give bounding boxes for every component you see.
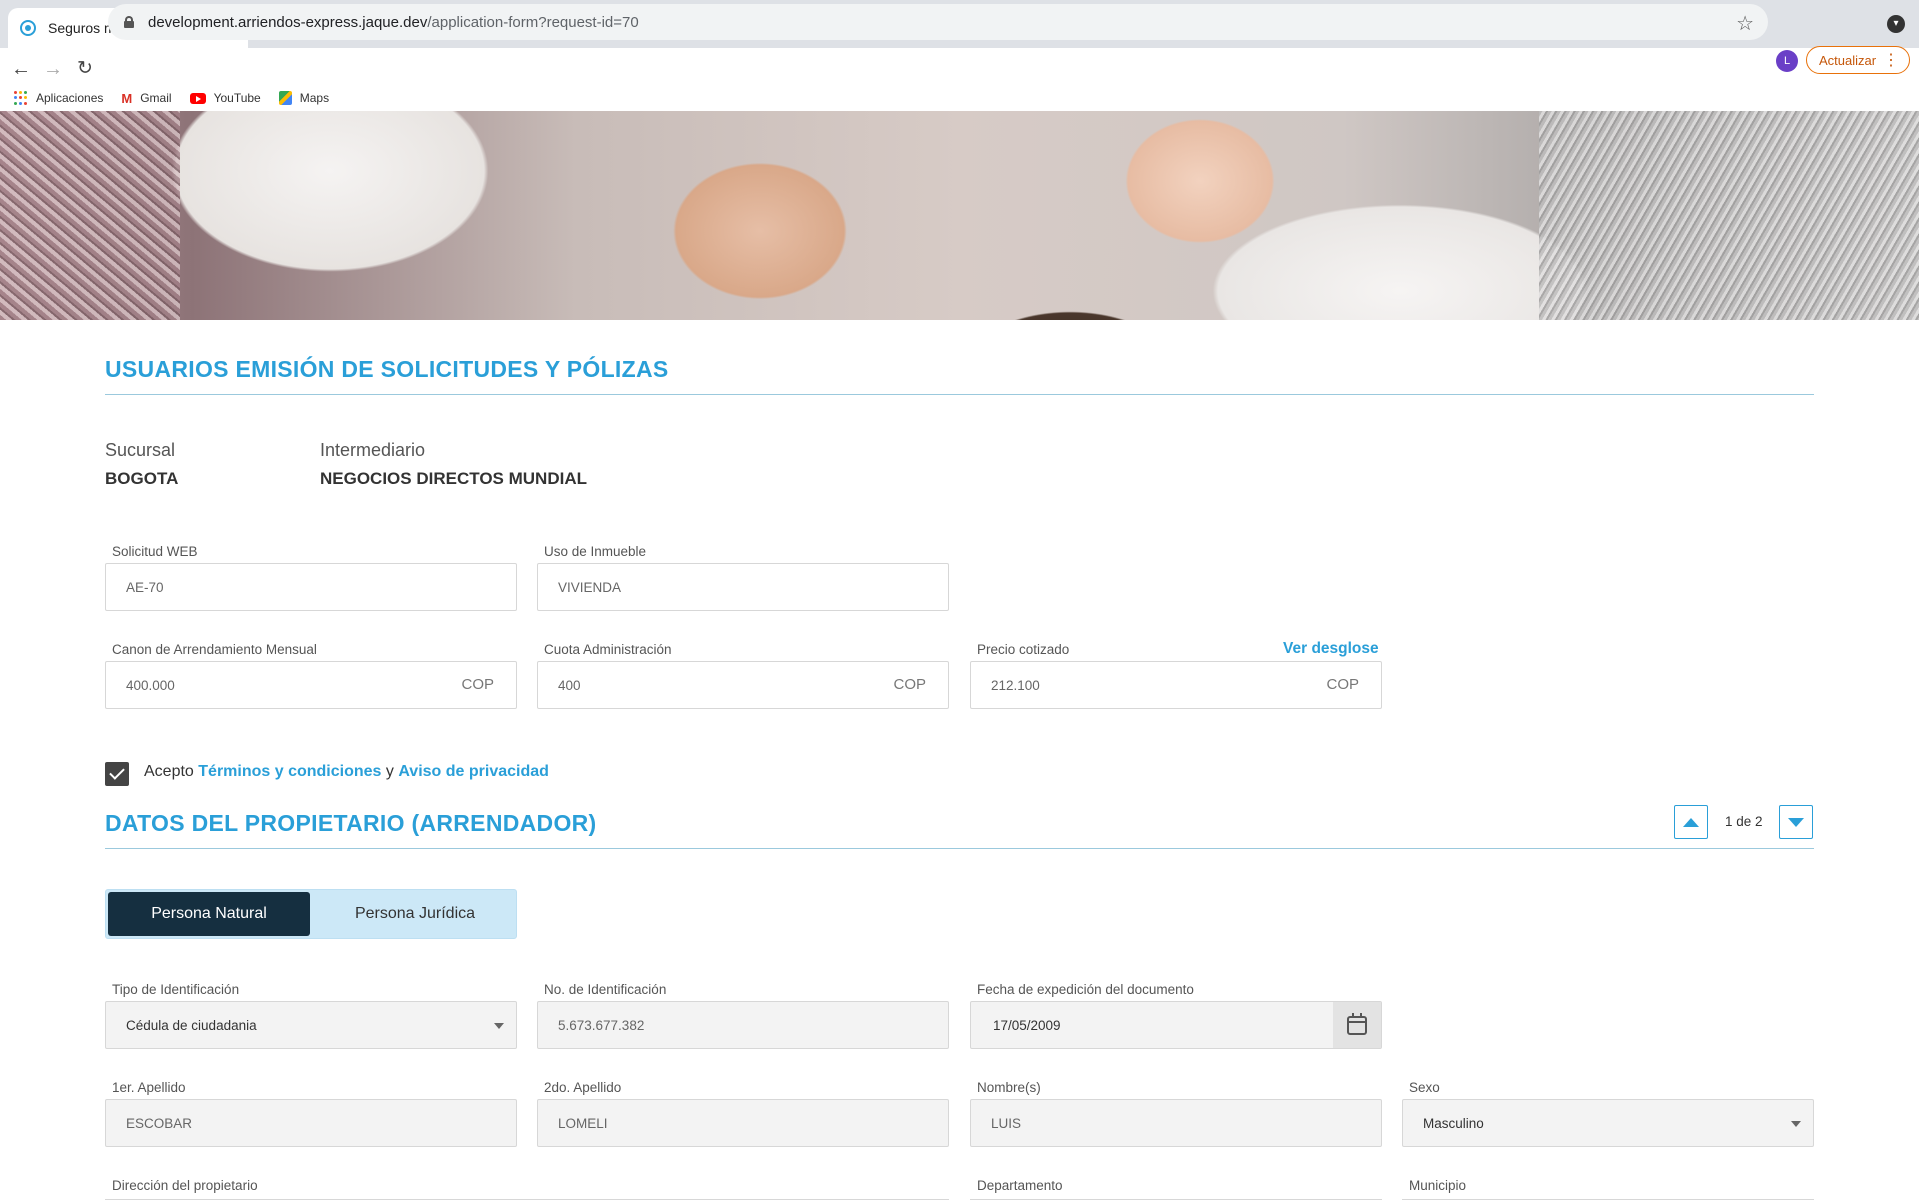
gmail-icon: M bbox=[121, 90, 133, 106]
bookmark-youtube[interactable]: YouTube bbox=[189, 91, 261, 105]
hero-family-photo bbox=[0, 111, 1919, 320]
canon-field[interactable]: 400.000 COP bbox=[105, 661, 517, 709]
apellido2-label: 2do. Apellido bbox=[544, 1080, 622, 1095]
currency-suffix: COP bbox=[893, 676, 926, 693]
y-text: y bbox=[385, 763, 394, 780]
dropdown-caret-icon bbox=[494, 1023, 504, 1029]
cuota-field[interactable]: 400 COP bbox=[537, 661, 949, 709]
tipo-id-value: Cédula de ciudadania bbox=[126, 1017, 257, 1033]
apellido1-label: 1er. Apellido bbox=[112, 1080, 186, 1095]
nombres-label: Nombre(s) bbox=[977, 1080, 1041, 1095]
cuota-label: Cuota Administración bbox=[544, 642, 672, 657]
persona-type-toggle: Persona Natural Persona Jurídica bbox=[105, 889, 517, 939]
address-bar[interactable]: development.arriendos-express.jaque.dev/… bbox=[108, 4, 1768, 40]
intermediario-value: NEGOCIOS DIRECTOS MUNDIAL bbox=[320, 469, 587, 488]
back-arrow-icon[interactable]: ← bbox=[8, 56, 34, 82]
bookmark-label: Aplicaciones bbox=[36, 91, 104, 105]
terminos-link[interactable]: Términos y condiciones bbox=[198, 763, 381, 780]
persona-natural-option[interactable]: Persona Natural bbox=[108, 892, 310, 936]
nombres-field[interactable]: LUIS bbox=[970, 1099, 1382, 1147]
sexo-value: Masculino bbox=[1423, 1115, 1484, 1131]
bookmark-label: Gmail bbox=[140, 91, 172, 105]
municipio-label: Municipio bbox=[1409, 1178, 1467, 1193]
persona-juridica-option[interactable]: Persona Jurídica bbox=[314, 892, 516, 936]
url-text: development.arriendos-express.jaque.dev/… bbox=[148, 13, 639, 31]
departamento-label: Departamento bbox=[977, 1178, 1063, 1193]
fecha-expedicion-field[interactable]: 17/05/2009 bbox=[970, 1001, 1382, 1049]
bookmark-maps[interactable]: Maps bbox=[278, 91, 330, 105]
section-divider bbox=[105, 848, 1814, 849]
kebab-menu-icon: ⋮ bbox=[1883, 52, 1899, 69]
profile-avatar[interactable]: L bbox=[1776, 50, 1798, 72]
bookmark-label: YouTube bbox=[213, 91, 261, 105]
fecha-expedicion-value: 17/05/2009 bbox=[993, 1017, 1061, 1033]
sucursal-value: BOGOTA bbox=[105, 469, 179, 488]
cuota-value: 400 bbox=[558, 677, 581, 693]
update-button[interactable]: Actualizar ⋮ bbox=[1806, 46, 1910, 74]
sucursal-label: Sucursal bbox=[105, 440, 176, 460]
site-favicon-icon bbox=[20, 20, 36, 36]
maps-icon bbox=[278, 91, 292, 105]
dropdown-caret-icon bbox=[1791, 1121, 1801, 1127]
bookmark-star-icon[interactable]: ☆ bbox=[1736, 11, 1754, 36]
fecha-expedicion-label: Fecha de expedición del documento bbox=[977, 982, 1194, 997]
terms-text: Acepto Términos y condiciones y Aviso de… bbox=[144, 763, 549, 781]
solicitud-web-field[interactable]: AE-70 bbox=[105, 563, 517, 611]
chevron-down-icon bbox=[1788, 817, 1804, 827]
intermediario-label: Intermediario bbox=[320, 440, 426, 460]
precio-field[interactable]: 212.100 COP bbox=[970, 661, 1382, 709]
bookmark-label: Maps bbox=[299, 91, 330, 105]
pager-count: 1 de 2 bbox=[1725, 814, 1763, 829]
chevron-up-icon bbox=[1683, 817, 1699, 827]
bookmarks-bar: Aplicaciones M Gmail YouTube Maps bbox=[0, 84, 1919, 112]
forward-arrow-icon[interactable]: → bbox=[40, 56, 66, 82]
apps-grid-icon bbox=[14, 91, 28, 105]
currency-suffix: COP bbox=[461, 676, 494, 693]
reload-icon[interactable]: ↻ bbox=[72, 56, 98, 82]
acepto-text: Acepto bbox=[144, 763, 194, 780]
sexo-select[interactable]: Masculino bbox=[1402, 1099, 1814, 1147]
section-title-usuarios: USUARIOS EMISIÓN DE SOLICITUDES Y PÓLIZA… bbox=[105, 356, 669, 382]
bookmark-apps[interactable]: Aplicaciones bbox=[14, 91, 103, 105]
direccion-label: Dirección del propietario bbox=[112, 1178, 258, 1193]
calendar-button[interactable] bbox=[1333, 1002, 1381, 1048]
uso-inmueble-label: Uso de Inmueble bbox=[544, 544, 647, 559]
canon-label: Canon de Arrendamiento Mensual bbox=[112, 642, 317, 657]
bookmark-gmail[interactable]: M Gmail bbox=[121, 91, 171, 106]
pager-up-button[interactable] bbox=[1674, 805, 1708, 839]
calendar-icon bbox=[1347, 1012, 1367, 1035]
terms-checkbox[interactable] bbox=[105, 762, 129, 786]
no-id-label: No. de Identificación bbox=[544, 982, 667, 997]
uso-inmueble-field[interactable]: VIVIENDA bbox=[537, 563, 949, 611]
no-id-field[interactable]: 5.673.677.382 bbox=[537, 1001, 949, 1049]
tipo-id-select[interactable]: Cédula de ciudadania bbox=[105, 1001, 517, 1049]
currency-suffix: COP bbox=[1326, 676, 1359, 693]
youtube-icon bbox=[189, 92, 206, 104]
tipo-id-label: Tipo de Identificación bbox=[112, 982, 240, 997]
apellido2-field[interactable]: LOMELI bbox=[537, 1099, 949, 1147]
precio-value: 212.100 bbox=[991, 677, 1040, 693]
solicitud-web-label: Solicitud WEB bbox=[112, 544, 198, 559]
section-title-propietario: DATOS DEL PROPIETARIO (ARRENDADOR) bbox=[105, 810, 597, 836]
update-button-label: Actualizar bbox=[1819, 52, 1877, 68]
sexo-label: Sexo bbox=[1409, 1080, 1440, 1095]
canon-value: 400.000 bbox=[126, 677, 175, 693]
tab-search-chevron-icon[interactable]: ▾ bbox=[1887, 15, 1905, 33]
ver-desglose-link[interactable]: Ver desglose bbox=[1283, 640, 1379, 658]
section-divider bbox=[105, 394, 1814, 395]
aviso-privacidad-link[interactable]: Aviso de privacidad bbox=[398, 763, 549, 780]
apellido1-field[interactable]: ESCOBAR bbox=[105, 1099, 517, 1147]
pager-down-button[interactable] bbox=[1779, 805, 1813, 839]
precio-label: Precio cotizado bbox=[977, 642, 1070, 657]
lock-icon[interactable] bbox=[124, 16, 134, 28]
